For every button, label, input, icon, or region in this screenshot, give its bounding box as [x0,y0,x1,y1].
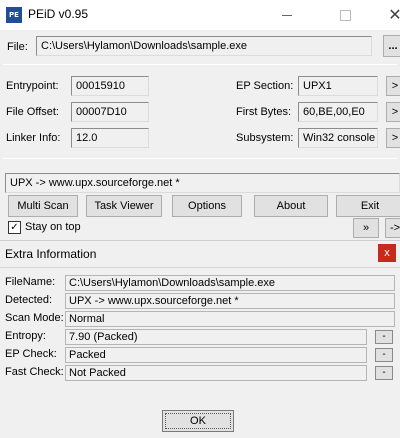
detected-field[interactable]: UPX -> www.upx.sourceforge.net * [65,293,395,309]
ep-section-label: EP Section: [236,80,294,92]
filename-field[interactable]: C:\Users\Hylamon\Downloads\sample.exe [65,275,395,291]
scan-mode-field[interactable]: Normal [65,311,395,327]
peid-main-window: PE PEiD v0.95 ✕ File: C:\Users\Hylamon\D… [0,0,400,240]
linker-info-field[interactable]: 12.0 [71,128,149,148]
entrypoint-label: Entrypoint: [6,80,59,92]
file-offset-field[interactable]: 00007D10 [71,102,149,122]
stay-on-top-label[interactable]: Stay on top [25,221,81,233]
ep-section-field[interactable]: UPX1 [298,76,378,96]
subsystem-button[interactable]: > [386,128,400,148]
forward-button[interactable]: » [353,218,379,238]
separator [3,158,397,159]
ok-button[interactable]: OK [162,410,234,432]
detected-label: Detected: [5,294,53,306]
linker-info-label: Linker Info: [6,132,61,144]
ep-check-label: EP Check: [5,348,57,360]
extra-info-pane: FileName: C:\Users\Hylamon\Downloads\sam… [0,267,400,438]
file-path-field[interactable]: C:\Users\Hylamon\Downloads\sample.exe [36,36,372,56]
first-bytes-button[interactable]: > [386,102,400,122]
ep-check-field[interactable]: Packed [65,347,367,363]
maximize-button [322,0,368,30]
ep-section-button[interactable]: > [386,76,400,96]
window-title: PEiD v0.95 [28,7,89,21]
minimize-button[interactable] [264,0,310,30]
title-bar[interactable]: PE PEiD v0.95 ✕ [0,0,400,30]
subsystem-label: Subsystem: [236,132,294,144]
separator [3,64,397,65]
about-button[interactable]: About [254,195,328,217]
peid-app-icon: PE [6,7,22,23]
browse-button[interactable]: ... [383,35,400,57]
filename-label: FileName: [5,276,56,288]
close-icon[interactable]: ✕ [372,0,400,30]
multi-scan-button[interactable]: Multi Scan [8,195,78,217]
extra-information-dialog: Extra Information x FileName: C:\Users\H… [0,240,400,438]
close-icon[interactable]: x [378,244,396,262]
first-bytes-field[interactable]: 60,BE,00,E0 [298,102,378,122]
file-offset-label: File Offset: [6,106,59,118]
options-button[interactable]: Options [172,195,242,217]
detection-result-field[interactable]: UPX -> www.upx.sourceforge.net * [5,173,400,193]
dialog-title: Extra Information [5,247,97,261]
subsystem-field[interactable]: Win32 console [298,128,378,148]
fast-check-field[interactable]: Not Packed [65,365,367,381]
file-label: File: [7,41,28,53]
first-bytes-label: First Bytes: [236,106,292,118]
scan-mode-label: Scan Mode: [5,312,64,324]
ep-check-button[interactable]: - [375,348,393,362]
fast-check-label: Fast Check: [5,366,64,378]
entropy-field[interactable]: 7.90 (Packed) [65,329,367,345]
fast-check-button[interactable]: - [375,366,393,380]
exit-button[interactable]: Exit [336,195,400,217]
stay-on-top-checkbox[interactable]: ✓ [8,221,21,234]
entropy-label: Entropy: [5,330,46,342]
entropy-details-button[interactable]: - [375,330,393,344]
task-viewer-button[interactable]: Task Viewer [86,195,162,217]
entrypoint-field[interactable]: 00015910 [71,76,149,96]
arrow-button[interactable]: -> [385,218,400,238]
